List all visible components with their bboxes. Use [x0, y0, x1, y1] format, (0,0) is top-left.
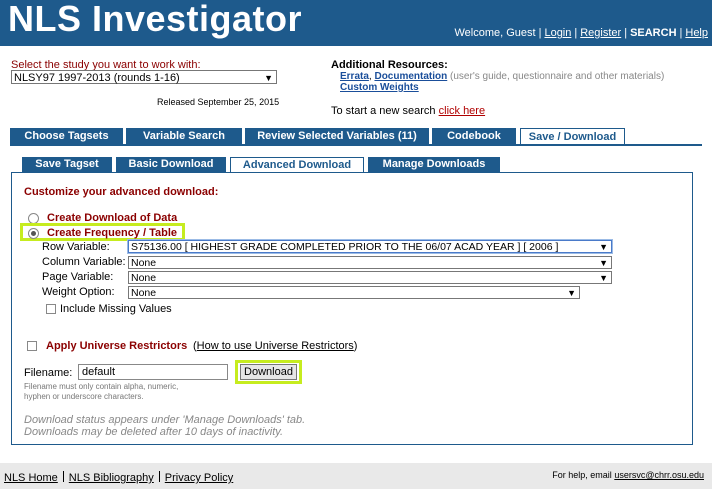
column-variable-label: Column Variable: [42, 256, 126, 268]
tab-choose-tagsets[interactable]: Choose Tagsets [10, 128, 123, 144]
universe-restrictors-label: Apply Universe Restrictors [46, 340, 188, 352]
page-variable-value: None [131, 272, 157, 284]
login-link[interactable]: Login [544, 27, 571, 39]
row-variable-select[interactable]: S75136.00 [ HIGHEST GRADE COMPLETED PRIO… [128, 240, 612, 253]
privacy-policy-link[interactable]: Privacy Policy [165, 472, 233, 484]
errata-link[interactable]: Errata [340, 71, 369, 82]
resources-line: Errata, Documentation (user's guide, que… [340, 71, 665, 82]
new-search-line: To start a new search click here [331, 105, 485, 117]
footer: NLS Home NLS Bibliography Privacy Policy F… [0, 463, 712, 489]
help-link[interactable]: Help [685, 27, 708, 39]
weight-option-value: None [131, 287, 157, 299]
study-select[interactable]: NLSY97 1997-2013 (rounds 1-16) ▼ [11, 70, 277, 84]
study-select-value: NLSY97 1997-2013 (rounds 1-16) [14, 72, 180, 84]
row-variable-value: S75136.00 [ HIGHEST GRADE COMPLETED PRIO… [131, 241, 559, 253]
filename-input[interactable]: default [78, 364, 228, 380]
download-status-note: Download status appears under 'Manage Do… [24, 414, 305, 438]
universe-help: (How to use Universe Restrictors) [193, 340, 358, 352]
include-missing-label: Include Missing Values [60, 303, 172, 315]
dropdown-arrow-icon: ▼ [567, 288, 576, 298]
header-bar: NLS Investigator Welcome, Guest | Login | Re… [0, 0, 712, 46]
tab-advanced-download[interactable]: Advanced Download [230, 157, 364, 173]
status-line-1: Download status appears under 'Manage Do… [24, 414, 306, 426]
top-links: Welcome, Guest | Login | Register | SEARCH | Hel… [454, 27, 708, 39]
documentation-link[interactable]: Documentation [374, 71, 447, 82]
nls-home-link[interactable]: NLS Home [4, 472, 58, 484]
radio-frequency-table[interactable] [28, 228, 39, 239]
tab-divider [10, 144, 702, 146]
column-variable-value: None [131, 257, 157, 269]
additional-resources-title: Additional Resources: [331, 59, 448, 71]
tab-save-tagset[interactable]: Save Tagset [22, 157, 112, 172]
dropdown-arrow-icon: ▼ [599, 242, 608, 252]
page-variable-label: Page Variable: [42, 271, 114, 283]
tab-manage-downloads[interactable]: Manage Downloads [368, 157, 500, 172]
row-variable-label: Row Variable: [42, 241, 110, 253]
advanced-heading: Customize your advanced download: [24, 186, 219, 198]
column-variable-select[interactable]: None ▼ [128, 256, 612, 269]
release-date: Released September 25, 2015 [157, 97, 280, 107]
tab-codebook[interactable]: Codebook [432, 128, 516, 144]
page-variable-select[interactable]: None ▼ [128, 271, 612, 284]
site-logo[interactable]: NLS Investigator [8, 0, 302, 40]
new-search-link[interactable]: click here [439, 105, 485, 117]
option-frequency-table-label[interactable]: Create Frequency / Table [47, 227, 177, 239]
tab-review-selected[interactable]: Review Selected Variables (11) [245, 128, 429, 144]
documentation-note: (user's guide, questionnaire and other m… [450, 71, 665, 82]
welcome-text: Welcome, Guest [454, 27, 536, 39]
custom-weights-link[interactable]: Custom Weights [340, 82, 419, 93]
tab-save-download[interactable]: Save / Download [520, 128, 625, 145]
footer-help-text: For help, email [552, 470, 612, 480]
nls-bibliography-link[interactable]: NLS Bibliography [69, 472, 154, 484]
search-link[interactable]: SEARCH [630, 27, 676, 39]
weight-option-select[interactable]: None ▼ [128, 286, 580, 299]
dropdown-arrow-icon: ▼ [599, 258, 608, 268]
footer-links: NLS Home NLS Bibliography Privacy Policy [4, 471, 233, 484]
help-email-link[interactable]: usersvc@chrr.osu.edu [614, 470, 704, 480]
footer-help: For help, email usersvc@chrr.osu.edu [552, 470, 704, 480]
download-button[interactable]: Download [240, 364, 297, 380]
weight-option-label: Weight Option: [42, 286, 115, 298]
filename-help: Filename must only contain alpha, numeri… [24, 382, 179, 401]
universe-restrictors-checkbox[interactable] [27, 341, 37, 351]
status-line-2: Downloads may be deleted after 10 days o… [24, 426, 284, 438]
include-missing-checkbox[interactable] [46, 304, 56, 314]
filename-label: Filename: [24, 367, 73, 379]
tab-basic-download[interactable]: Basic Download [116, 157, 226, 172]
dropdown-arrow-icon: ▼ [264, 73, 273, 83]
custom-weights-line: Custom Weights [340, 82, 419, 93]
tab-variable-search[interactable]: Variable Search [126, 128, 242, 144]
register-link[interactable]: Register [580, 27, 621, 39]
universe-help-link[interactable]: How to use Universe Restrictors [197, 340, 354, 352]
dropdown-arrow-icon: ▼ [599, 273, 608, 283]
new-search-text: To start a new search [331, 105, 436, 117]
